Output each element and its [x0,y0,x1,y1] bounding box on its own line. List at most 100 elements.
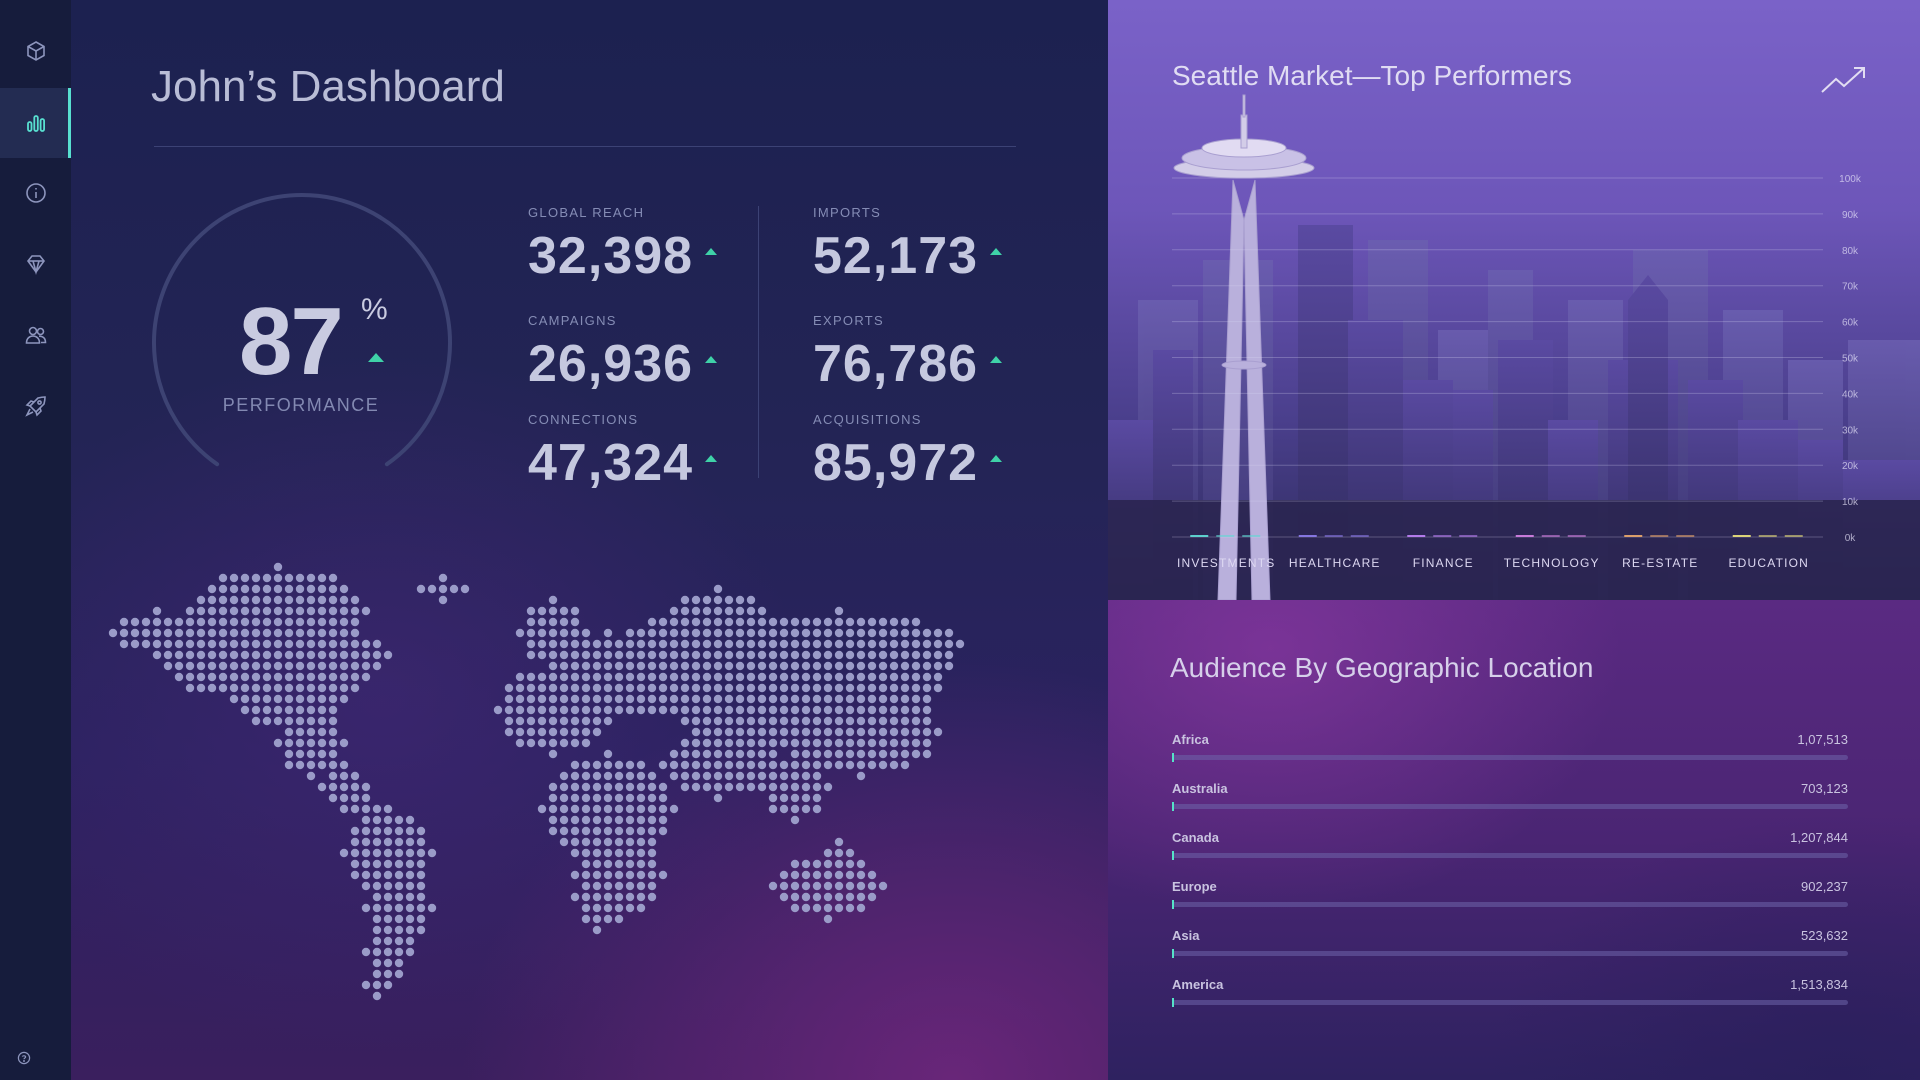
map-dot [658,782,668,792]
map-dot [636,903,646,913]
map-dot [581,837,591,847]
map-dot [229,661,239,671]
map-dot [889,683,899,693]
map-dot [251,595,261,605]
chart-bar[interactable] [1732,535,1751,537]
chart-bar[interactable] [1459,535,1478,537]
map-dot [526,606,536,616]
map-dot [339,650,349,660]
chart-bar[interactable] [1433,535,1452,537]
map-dot [372,804,382,814]
help-icon[interactable] [17,1051,31,1065]
map-dot [867,650,877,660]
map-dot [196,661,206,671]
map-dot [768,639,778,649]
map-dot [548,727,558,737]
map-dot [306,672,316,682]
map-dot [317,749,327,759]
map-dot [647,870,657,880]
chart-bar[interactable] [1650,535,1669,537]
map-dot [878,881,888,891]
map-dot [680,683,690,693]
map-dot [372,892,382,902]
map-dot [724,650,734,660]
map-dot [306,705,316,715]
nav-item-users[interactable] [0,300,71,370]
map-dot [691,694,701,704]
map-dot [636,628,646,638]
map-dot [603,837,613,847]
nav-item-launch[interactable] [0,371,71,441]
map-dot [592,804,602,814]
map-dot [614,782,624,792]
map-dot [581,771,591,781]
map-dot [603,639,613,649]
map-dot [350,639,360,649]
chart-bar[interactable] [1784,535,1803,537]
chart-bar[interactable] [1324,535,1343,537]
map-dot [713,771,723,781]
map-dot [801,903,811,913]
chart-bar[interactable] [1567,535,1586,537]
map-dot [394,892,404,902]
nav-item-products[interactable] [0,16,71,86]
chart-bar[interactable] [1216,535,1235,537]
geo-row: Europe 902,237 [1172,879,1848,919]
map-dot [559,771,569,781]
chart-bar[interactable] [1242,535,1261,537]
map-dot [768,727,778,737]
map-dot [328,650,338,660]
map-dot [317,617,327,627]
map-dot [900,661,910,671]
map-dot [779,628,789,638]
map-dot [669,639,679,649]
nav-item-info[interactable] [0,158,71,228]
map-dot [537,804,547,814]
map-dot [845,760,855,770]
map-dot [559,738,569,748]
geo-value: 1,513,834 [1790,977,1848,992]
map-dot [119,639,129,649]
map-dot [262,639,272,649]
geo-progress-track [1172,853,1848,858]
nav-item-premium[interactable] [0,229,71,299]
map-dot [361,870,371,880]
chart-bar[interactable] [1407,535,1426,537]
map-dot [911,672,921,682]
map-dot [724,738,734,748]
map-dot [867,628,877,638]
map-dot [196,683,206,693]
map-dot [856,738,866,748]
map-dot [284,705,294,715]
map-dot [383,914,393,924]
map-dot [317,760,327,770]
map-dot [416,892,426,902]
map-dot [735,606,745,616]
chart-bar[interactable] [1350,535,1369,537]
map-dot [350,793,360,803]
map-dot [218,661,228,671]
chart-bar[interactable] [1515,535,1534,537]
chart-bar[interactable] [1676,535,1695,537]
map-dot [361,661,371,671]
map-dot [603,870,613,880]
map-dot [284,595,294,605]
map-dot [823,914,833,924]
geo-progress-marker [1172,753,1174,762]
map-dot [570,848,580,858]
nav-item-analytics[interactable] [0,88,71,158]
map-dot [372,914,382,924]
chart-bar[interactable] [1758,535,1777,537]
map-dot [284,584,294,594]
map-dot [614,903,624,913]
map-dot [757,782,767,792]
map-dot [625,694,635,704]
map-dot [207,617,217,627]
chart-bar[interactable] [1298,535,1317,537]
map-dot [570,672,580,682]
chart-bar[interactable] [1541,535,1560,537]
map-dot [779,650,789,660]
chart-bar[interactable] [1624,535,1643,537]
map-dot [636,837,646,847]
chart-bar[interactable] [1190,535,1209,537]
